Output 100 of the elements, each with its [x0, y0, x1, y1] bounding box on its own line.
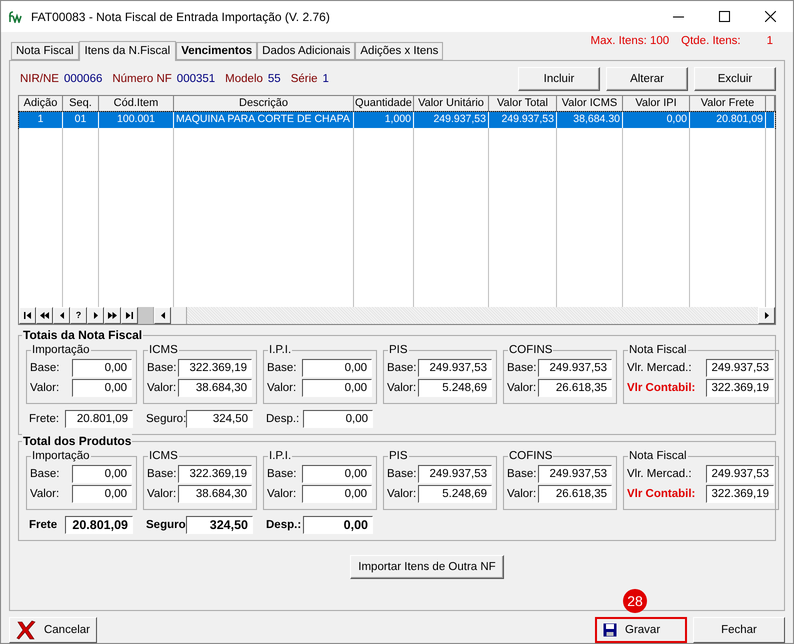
header-value: 000066: [64, 72, 102, 85]
left-arrow-icon: [60, 312, 64, 319]
next-record-button[interactable]: [87, 306, 104, 324]
save-button[interactable]: Gravar: [595, 617, 687, 643]
field-label: Valor:: [387, 488, 416, 500]
table-cell: MAQUINA PARA CORTE DE CHAPA: [174, 112, 354, 128]
value-field[interactable]: 0,00: [303, 516, 373, 534]
column-header[interactable]: Valor Unitário: [414, 96, 489, 112]
column-header[interactable]: Seq.: [63, 96, 99, 112]
double-right-arrow-icon: [108, 312, 117, 319]
table-cell: 20.801,09: [690, 112, 766, 128]
value-field[interactable]: 249.937,53: [538, 358, 612, 377]
last-record-button[interactable]: [121, 306, 138, 324]
value-field[interactable]: 0,00: [302, 358, 372, 377]
minimize-icon: [672, 16, 684, 18]
close-icon: [764, 11, 776, 22]
header-label: Modelo: [225, 72, 263, 85]
next-page-record-button[interactable]: [104, 306, 121, 324]
value-field[interactable]: 5.248,69: [418, 484, 492, 503]
app-logo-icon: [9, 10, 25, 22]
header-label: Número NF: [112, 72, 172, 85]
column-header[interactable]: Cód.Item: [99, 96, 174, 112]
action-button[interactable]: Incluir: [518, 66, 600, 91]
tab[interactable]: Itens da N.Fiscal: [78, 40, 176, 61]
field-label: Valor:: [507, 382, 536, 394]
value-field[interactable]: 249.937,53: [706, 358, 774, 377]
double-left-arrow-icon: [40, 312, 49, 319]
action-button[interactable]: Excluir: [694, 66, 776, 91]
item-count-value: 1: [766, 35, 773, 47]
value-field[interactable]: 322.369,19: [706, 378, 774, 397]
field-label: Frete:: [29, 412, 60, 425]
x-icon: [16, 620, 36, 640]
value-field[interactable]: 249.937,53: [418, 464, 492, 483]
column-header[interactable]: Quantidade: [354, 96, 414, 112]
value-field[interactable]: 324,50: [186, 516, 253, 534]
column-header[interactable]: Adição: [19, 96, 63, 112]
scrollbar-thumb[interactable]: [138, 306, 154, 324]
tab[interactable]: Vencimentos: [176, 42, 258, 60]
value-field[interactable]: 38.684,30: [178, 378, 252, 397]
field-label: Base:: [147, 362, 176, 374]
value-field[interactable]: 0,00: [303, 410, 373, 428]
column-header[interactable]: Valor Frete: [690, 96, 766, 112]
value-field[interactable]: 322.369,19: [178, 358, 252, 377]
value-field[interactable]: 0,00: [72, 484, 132, 503]
right-arrow-icon: [94, 312, 98, 319]
value-field[interactable]: 20.801,09: [65, 516, 133, 534]
field-label: Base:: [30, 362, 60, 374]
value-field[interactable]: 5.248,69: [418, 378, 492, 397]
value-field[interactable]: 249.937,53: [706, 464, 774, 483]
field-label: Base:: [30, 468, 60, 480]
field-label: Seguro:: [146, 412, 186, 425]
value-field[interactable]: 26.618,35: [538, 378, 612, 397]
field-label: Base:: [147, 468, 176, 480]
tab[interactable]: Nota Fiscal: [11, 42, 79, 60]
table-cell: 01: [63, 112, 99, 128]
first-record-button[interactable]: [19, 306, 36, 324]
column-header[interactable]: Valor IPI: [623, 96, 690, 112]
value-field[interactable]: 0,00: [302, 484, 372, 503]
table-cell: 38,684.30: [557, 112, 623, 128]
column-header[interactable]: Valor Total: [489, 96, 557, 112]
value-field[interactable]: 322.369,19: [706, 484, 774, 503]
value-field[interactable]: 0,00: [72, 464, 132, 483]
value-field[interactable]: 324,50: [186, 410, 253, 428]
value-field[interactable]: 249.937,53: [538, 464, 612, 483]
group-title: Importação: [31, 342, 91, 357]
field-label: Base:: [507, 468, 536, 480]
prior-page-record-button[interactable]: [36, 306, 53, 324]
field-label: Seguro: [146, 518, 186, 531]
scroll-right-button[interactable]: [758, 306, 775, 324]
value-field[interactable]: 0,00: [72, 358, 132, 377]
value-field[interactable]: 249.937,53: [418, 358, 492, 377]
tab[interactable]: Dados Adicionais: [257, 42, 356, 60]
tab[interactable]: Adições x Itens: [355, 42, 444, 60]
field-label: Vlr. Mercad.:: [627, 362, 692, 374]
value-field[interactable]: 0,00: [302, 378, 372, 397]
prior-record-button[interactable]: [53, 306, 70, 324]
table-cell: 249.937,53: [489, 112, 557, 128]
refresh-button[interactable]: ?: [70, 306, 87, 324]
cancel-button[interactable]: Cancelar: [9, 617, 97, 643]
close-form-button[interactable]: Fechar: [693, 617, 785, 643]
column-header[interactable]: Valor ICMS: [557, 96, 623, 112]
scroll-left-button[interactable]: [154, 306, 171, 324]
value-field[interactable]: 26.618,35: [538, 484, 612, 503]
table-row[interactable]: 1 01 100.001 MAQUINA PARA CORTE DE CHAPA 1,000 249.937,53 249.937,53 38,684.30 0,00 20.801,09: [19, 112, 775, 128]
field-label: Valor:: [267, 488, 296, 500]
field-label: Base:: [387, 362, 416, 374]
field-label: Valor:: [147, 488, 176, 500]
value-field[interactable]: 20.801,09: [65, 410, 133, 428]
value-field[interactable]: 0,00: [302, 464, 372, 483]
value-field[interactable]: 322.369,19: [178, 464, 252, 483]
value-field[interactable]: 38.684,30: [178, 484, 252, 503]
field-label: Vlr Contabil:: [627, 382, 696, 394]
maximize-icon: [718, 11, 730, 22]
scrollbar-thumb[interactable]: [171, 306, 187, 324]
item-count-label: Qtde. Itens:: [681, 35, 741, 47]
action-button[interactable]: Alterar: [606, 66, 688, 91]
step-badge: 28: [623, 589, 647, 613]
value-field[interactable]: 0,00: [72, 378, 132, 397]
column-header[interactable]: Descrição: [174, 96, 354, 112]
import-items-button[interactable]: Importar Itens de Outra NF: [350, 554, 504, 579]
